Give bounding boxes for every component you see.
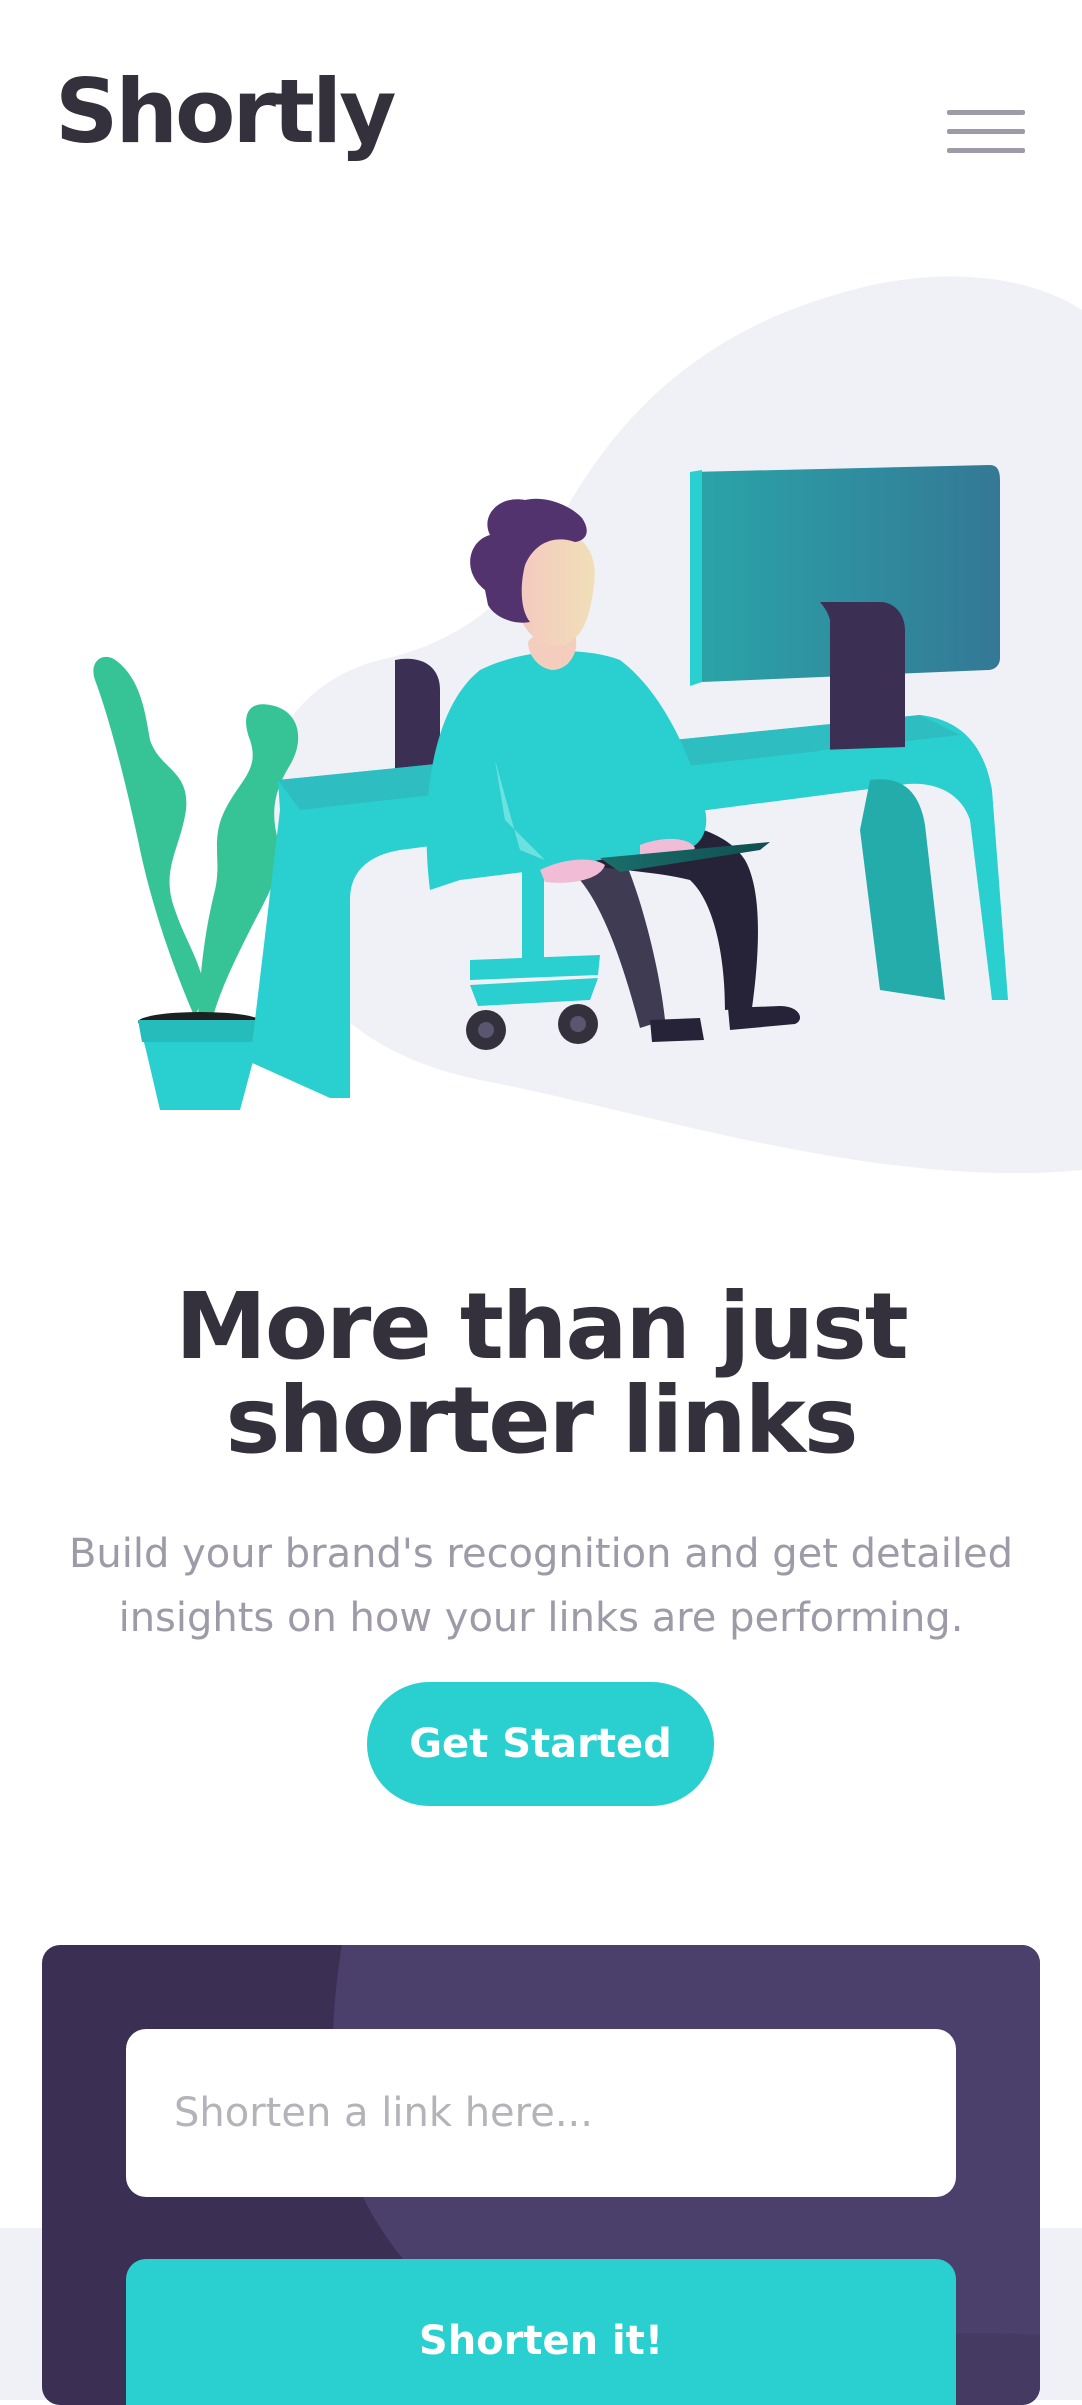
shorten-link-form: Shorten it! [42, 1945, 1040, 2405]
hamburger-menu-icon[interactable] [940, 104, 1026, 164]
logo[interactable]: Shortly [55, 68, 396, 156]
hero-subtitle: Build your brand's recognition and get d… [0, 1522, 1082, 1650]
person-working-at-desk-illustration [0, 250, 1082, 1210]
get-started-button[interactable]: Get Started [367, 1682, 714, 1806]
hero-subtitle-line1: Build your brand's recognition and get d… [68, 1531, 1014, 1577]
menu-bar-middle [947, 129, 1025, 134]
hero-title: More than just shorter links [0, 1280, 1082, 1468]
menu-bar-top [947, 110, 1025, 115]
shorten-it-button[interactable]: Shorten it! [126, 2259, 956, 2405]
menu-bar-bottom [947, 148, 1025, 153]
hero-heading-block: More than just shorter links [0, 1280, 1082, 1468]
hero-title-line1: More than just [175, 1273, 908, 1380]
hero-title-line2: shorter links [225, 1367, 858, 1474]
shorten-link-input[interactable] [126, 2029, 956, 2197]
site-header: Shortly [0, 0, 1082, 250]
hero-subtitle-line2: insights on how your links are performin… [118, 1595, 964, 1641]
